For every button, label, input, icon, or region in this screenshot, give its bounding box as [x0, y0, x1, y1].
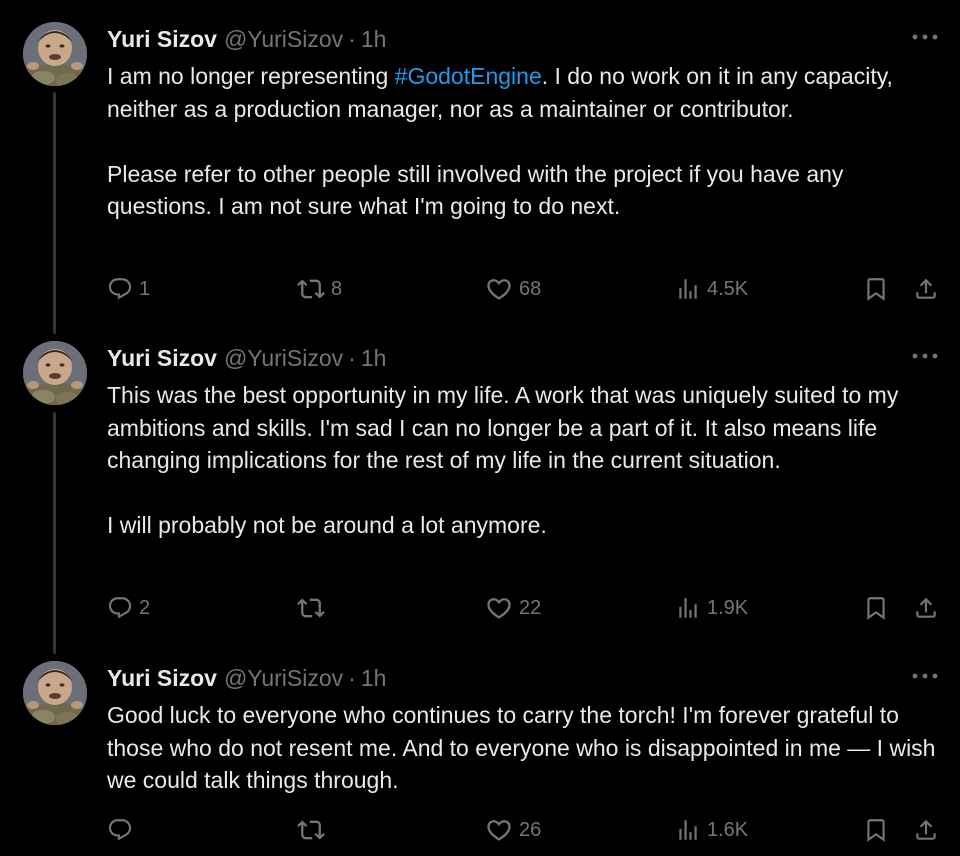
reply-icon	[107, 595, 133, 621]
more-icon[interactable]	[910, 349, 940, 363]
reply-button[interactable]: 2	[107, 591, 150, 625]
repost-button[interactable]: 8	[297, 272, 342, 306]
author-name[interactable]: Yuri Sizov	[107, 345, 217, 372]
separator-dot: ·	[348, 25, 356, 52]
tweet-paragraph: I am no longer representing #GodotEngine…	[107, 60, 947, 125]
views-button[interactable]: 1.9K	[675, 591, 748, 625]
author-handle[interactable]: @YuriSizov	[224, 345, 343, 372]
bookmark-button[interactable]	[863, 591, 889, 625]
views-button[interactable]: 1.6K	[675, 813, 748, 847]
tweet-text: Good luck to everyone who continues to c…	[107, 699, 947, 797]
reply-count: 1	[139, 277, 151, 300]
repost-icon	[297, 594, 325, 622]
tweet-text: This was the best opportunity in my life…	[107, 379, 947, 542]
views-count: 4.5K	[707, 277, 749, 300]
reply-icon	[107, 817, 133, 843]
like-button[interactable]: 26	[485, 813, 541, 847]
views-button[interactable]: 4.5K	[675, 272, 748, 306]
bookmark-button[interactable]	[863, 813, 889, 847]
tweet-header: Yuri Sizov @YuriSizov · 1h	[107, 24, 386, 54]
share-icon	[913, 276, 939, 302]
tweet[interactable]: Yuri Sizov @YuriSizov · 1h I am no longe…	[0, 22, 960, 332]
repost-count: 8	[331, 277, 343, 300]
like-icon	[485, 816, 513, 844]
repost-button[interactable]	[297, 813, 331, 847]
tweet-paragraph: Good luck to everyone who continues to c…	[107, 702, 936, 793]
views-count: 1.6K	[707, 818, 749, 841]
tweet-paragraph: Please refer to other people still invol…	[107, 160, 844, 220]
views-icon	[675, 817, 701, 843]
repost-icon	[297, 816, 325, 844]
reply-button[interactable]: 1	[107, 272, 150, 306]
tweet[interactable]: Yuri Sizov @YuriSizov · 1h Good luck to …	[0, 661, 960, 851]
separator-dot: ·	[348, 664, 356, 691]
author-name[interactable]: Yuri Sizov	[107, 665, 217, 692]
more-icon[interactable]	[910, 30, 940, 44]
share-button[interactable]	[913, 591, 939, 625]
separator-dot: ·	[348, 344, 356, 371]
share-icon	[913, 595, 939, 621]
share-icon	[913, 817, 939, 843]
share-button[interactable]	[913, 813, 939, 847]
tweet-actions: 26 1.6K	[107, 813, 947, 847]
views-icon	[675, 276, 701, 302]
views-icon	[675, 595, 701, 621]
repost-button[interactable]	[297, 591, 331, 625]
author-handle[interactable]: @YuriSizov	[224, 665, 343, 692]
like-icon	[485, 275, 513, 303]
like-button[interactable]: 68	[485, 272, 541, 306]
tweet-actions: 1 8 68 4.5K	[107, 272, 947, 306]
tweet[interactable]: Yuri Sizov @YuriSizov · 1h This was the …	[0, 341, 960, 651]
avatar[interactable]	[23, 341, 87, 405]
timestamp[interactable]: 1h	[361, 345, 387, 372]
tweet-header: Yuri Sizov @YuriSizov · 1h	[107, 343, 386, 373]
like-count: 26	[519, 818, 542, 841]
tweet-paragraph: This was the best opportunity in my life…	[107, 382, 899, 473]
bookmark-button[interactable]	[863, 272, 889, 306]
repost-icon	[297, 275, 325, 303]
tweet-text-part: I am no longer representing	[107, 63, 395, 89]
timestamp[interactable]: 1h	[361, 26, 387, 53]
author-handle[interactable]: @YuriSizov	[224, 26, 343, 53]
bookmark-icon	[863, 817, 889, 843]
avatar[interactable]	[23, 22, 87, 86]
author-name[interactable]: Yuri Sizov	[107, 26, 217, 53]
reply-icon	[107, 276, 133, 302]
tweet-actions: 2 22 1.9K	[107, 591, 947, 625]
views-count: 1.9K	[707, 596, 749, 619]
tweet-header: Yuri Sizov @YuriSizov · 1h	[107, 663, 386, 693]
like-button[interactable]: 22	[485, 591, 541, 625]
avatar[interactable]	[23, 661, 87, 725]
like-count: 68	[519, 277, 542, 300]
reply-button[interactable]	[107, 813, 139, 847]
like-count: 22	[519, 596, 542, 619]
tweet-paragraph: I will probably not be around a lot anym…	[107, 512, 547, 538]
bookmark-icon	[863, 595, 889, 621]
like-icon	[485, 594, 513, 622]
hashtag-link[interactable]: #GodotEngine	[395, 63, 542, 89]
share-button[interactable]	[913, 272, 939, 306]
timestamp[interactable]: 1h	[361, 665, 387, 692]
bookmark-icon	[863, 276, 889, 302]
tweet-text: I am no longer representing #GodotEngine…	[107, 60, 947, 223]
reply-count: 2	[139, 596, 151, 619]
more-icon[interactable]	[910, 669, 940, 683]
